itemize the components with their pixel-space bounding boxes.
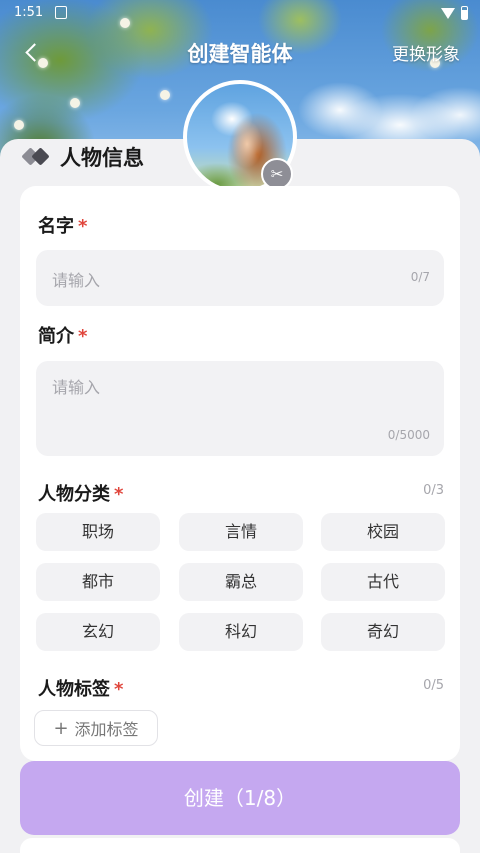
flower-decoration [14, 120, 24, 130]
intro-textarea[interactable]: 请输入 0/5000 [36, 361, 444, 456]
flower-decoration [160, 90, 170, 100]
category-counter: 0/3 [423, 483, 444, 498]
intro-placeholder: 请输入 [52, 378, 101, 397]
flower-decoration [70, 98, 80, 108]
add-tag-button[interactable]: + 添加标签 [34, 710, 158, 746]
change-avatar-button[interactable]: 更换形象 [392, 40, 460, 65]
name-label: 名字 * [38, 216, 88, 237]
add-tag-label: 添加标签 [74, 720, 139, 739]
name-placeholder: 请输入 [52, 271, 101, 290]
intro-label: 简介 * [38, 326, 88, 347]
notification-icon [55, 6, 67, 19]
section-header: 人物信息 [21, 142, 144, 172]
category-chip[interactable]: 奇幻 [321, 613, 445, 651]
plus-icon: + [53, 717, 69, 739]
name-input[interactable]: 请输入 0/7 [36, 250, 444, 306]
status-bar: 1:51 [0, 0, 480, 26]
tags-counter: 0/5 [423, 678, 444, 693]
section-title: 人物信息 [60, 146, 144, 170]
bottom-card [20, 838, 460, 853]
category-chip[interactable]: 霸总 [179, 563, 303, 601]
category-chip[interactable]: 古代 [321, 563, 445, 601]
category-chip[interactable]: 都市 [36, 563, 160, 601]
intro-counter: 0/5000 [387, 428, 430, 442]
category-label: 人物分类 * [38, 484, 124, 505]
category-chip[interactable]: 校园 [321, 513, 445, 551]
battery-icon [461, 6, 468, 20]
name-counter: 0/7 [410, 270, 430, 284]
tags-label: 人物标签 * [38, 679, 124, 700]
category-chip[interactable]: 科幻 [179, 613, 303, 651]
category-chip[interactable]: 职场 [36, 513, 160, 551]
category-chip[interactable]: 玄幻 [36, 613, 160, 651]
category-chip[interactable]: 言情 [179, 513, 303, 551]
diamond-icon [21, 147, 52, 167]
status-time: 1:51 [14, 5, 44, 20]
wifi-icon [441, 7, 455, 19]
create-button[interactable]: 创建（1/8） [20, 761, 460, 835]
